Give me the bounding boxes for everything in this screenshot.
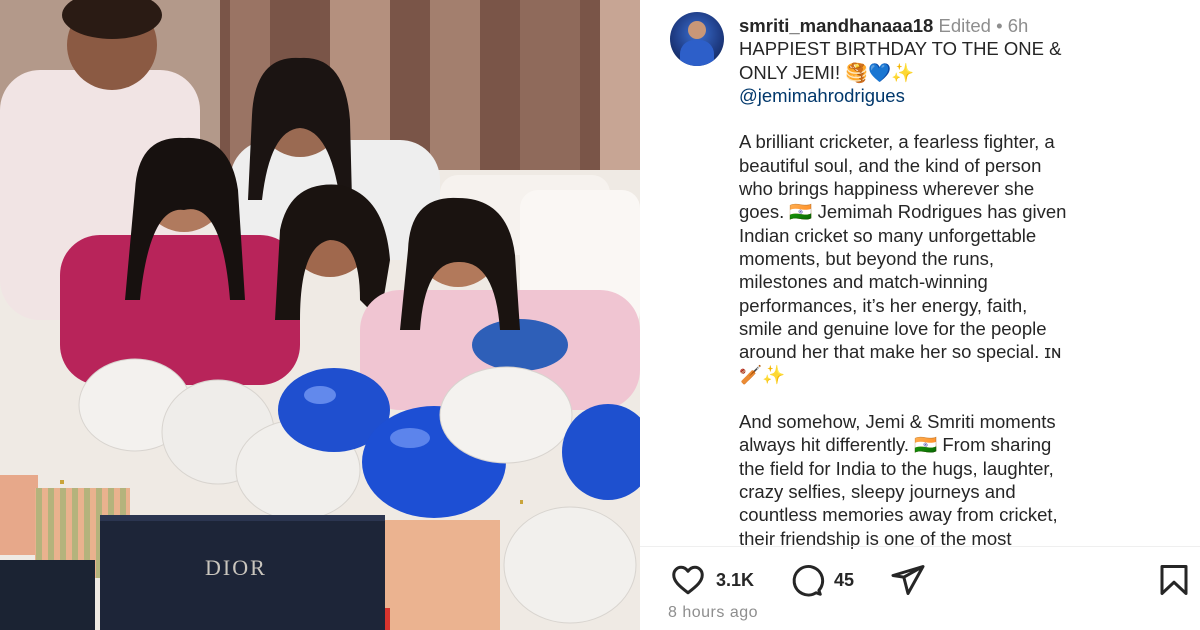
caption-line: Indian cricket so many unforgettable: [739, 224, 1037, 246]
avatar[interactable]: [670, 12, 724, 66]
box-brand-text: DIOR: [205, 555, 267, 580]
bookmark-icon[interactable]: [1156, 562, 1192, 598]
caption-line: the field for India to the hugs, laughte…: [739, 457, 1054, 479]
caption-line: always hit differently. 🇮🇳 From sharing: [739, 434, 1052, 456]
caption-line: moments, but beyond the runs,: [739, 247, 995, 269]
post-photo[interactable]: DIOR: [0, 0, 640, 630]
avatar-head: [688, 21, 706, 39]
caption-line: A brilliant cricketer, a fearless fighte…: [739, 131, 1055, 153]
meta-separator: •: [996, 15, 1003, 36]
post-caption: smriti_mandhanaaa18 Edited • 6h HAPPIEST…: [739, 14, 1179, 550]
post-age: 6h: [1007, 15, 1029, 36]
edited-label: Edited: [938, 15, 991, 36]
mention-link[interactable]: @jemimahrodrigues: [739, 85, 905, 106]
caption-line: 🏏✨: [739, 364, 786, 386]
save-action[interactable]: [1156, 562, 1192, 598]
caption-line: smile and genuine love for the people: [739, 317, 1047, 339]
caption-line: And somehow, Jemi & Smriti moments: [739, 411, 1056, 433]
post-side-panel: smriti_mandhanaaa18 Edited • 6h HAPPIEST…: [640, 0, 1200, 630]
avatar-torso: [680, 40, 714, 66]
actions-divider: [640, 546, 1200, 547]
heart-icon[interactable]: [668, 562, 708, 598]
caption-line: ONLY JEMI! 🥞💙✨: [739, 61, 915, 83]
share-icon[interactable]: [888, 562, 928, 598]
post-actions-bar: 3.1K 45: [668, 562, 1192, 598]
post-timestamp: 8 hours ago: [668, 604, 759, 621]
comment-action[interactable]: 45: [786, 562, 854, 598]
caption-line: goes. 🇮🇳 Jemimah Rodrigues has given: [739, 201, 1067, 223]
username-link[interactable]: smriti_mandhanaaa18: [739, 15, 933, 36]
caption-line: HAPPIEST BIRTHDAY TO THE ONE &: [739, 38, 1062, 60]
comment-icon[interactable]: [786, 562, 826, 598]
share-action[interactable]: [888, 562, 928, 598]
caption-line: around her that make her so special. ɪɴ: [739, 341, 1062, 363]
caption-line: crazy selfies, sleepy journeys and: [739, 480, 1016, 502]
comment-count: 45: [834, 569, 855, 590]
caption-line: who brings happiness wherever she: [739, 178, 1035, 200]
caption-line: countless memories away from cricket,: [739, 504, 1058, 526]
caption-line: performances, it’s her energy, faith,: [739, 294, 1028, 316]
like-action[interactable]: 3.1K: [668, 562, 754, 598]
group-photo-illustration: [0, 0, 640, 630]
like-count: 3.1K: [716, 569, 755, 590]
caption-line: milestones and match-winning: [739, 271, 988, 293]
caption-line: beautiful soul, and the kind of person: [739, 154, 1042, 176]
